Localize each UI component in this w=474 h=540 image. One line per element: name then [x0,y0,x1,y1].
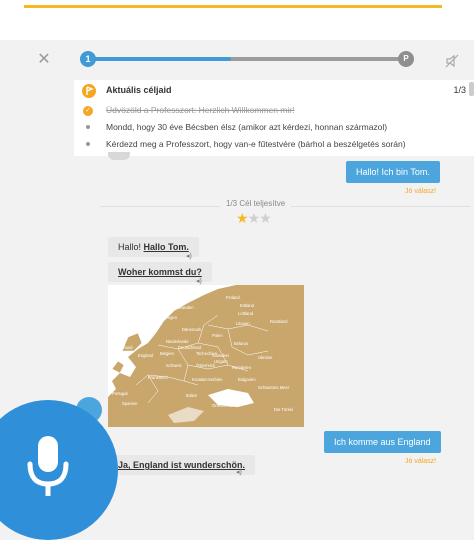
map-label: Italien [186,393,198,398]
map-label: Norwegen [158,315,178,320]
bot-message-link[interactable]: Ja, England ist wunderschön. [118,460,245,470]
map-label: Litauen [236,321,250,326]
microphone-button[interactable] [0,400,118,540]
speaker-icon[interactable]: ◂) [236,469,243,476]
bot-message-link[interactable]: Woher kommst du? [118,267,202,277]
user-message[interactable]: Ich komme aus England [324,431,441,453]
microphone-icon [27,436,69,496]
top-accent-line [24,5,442,8]
lesson-progress-fill [88,57,232,61]
map-label: Spanien [122,401,138,406]
goal-item: Mondd, hogy 30 éve Bécsben élsz (amikor … [106,122,388,132]
avatar [108,152,130,160]
map-label: Polen [212,333,223,338]
europe-map-image: Finland Russland Schweden Norwegen Polen Ukra… [108,285,304,427]
bot-message-link[interactable]: Hallo Tom. [144,242,189,252]
bot-message-text: Hallo! [118,242,144,252]
map-label: Griechenland [212,403,238,408]
map-label: Belarus [234,341,248,346]
goals-panel: Aktuális céljaid 1/3 ✓ Üdvözöld a Profes… [74,80,474,156]
user-message[interactable]: Hallo! Ich bin Tom. [346,161,440,183]
bullet-icon [86,125,90,129]
map-label: Irland [122,345,133,350]
map-label: Schweden [174,305,194,310]
check-icon: ✓ [83,106,93,116]
map-label: Frankreich [148,375,168,380]
map-label: Niederlande [166,339,189,344]
bot-message[interactable]: Ja, England ist wunderschön. [108,455,256,475]
map-label: Ukraine [258,355,273,360]
map-label: Finland [226,295,240,300]
progress-end-marker: P [398,51,414,67]
good-answer-badge: Jó válasz! [405,458,437,465]
map-label: Russland [270,319,288,324]
map-label: Die Türkei [274,407,293,412]
map-label: Österreich [196,363,216,368]
star-icon: ★ [259,210,272,226]
map-label: Lettland [238,311,254,316]
star-icon: ★ [236,210,249,226]
map-label: Ungarn [214,359,228,364]
speaker-icon[interactable]: ◂) [186,253,193,260]
map-label: Kroatien [192,377,208,382]
speaker-off-icon[interactable] [444,53,460,69]
map-label: Portugal [112,391,128,396]
map-label: Schwarzes Meer [258,385,290,390]
goals-count: 1/3 [453,85,466,95]
map-label: Deutschland [178,345,202,350]
map-label: Schweiz [166,363,182,368]
map-label: Belgien [160,351,175,356]
map-label: Estland [240,303,255,308]
map-label: Slowakei [212,353,229,358]
map-label: Rumänien [232,365,252,370]
map-label: Bulgarien [238,377,256,382]
map-label: England [138,353,154,358]
goals-title: Aktuális céljaid [106,85,172,95]
good-answer-badge: Jó válasz! [405,188,437,195]
goal-item: Kérdezd meg a Professzort, hogy van-e fű… [106,139,406,149]
star-icon: ★ [247,210,261,226]
bullet-icon [86,142,90,146]
goal-progress-label: 1/3 Cél teljesítve [220,199,292,208]
goals-scrollbar[interactable] [469,82,474,96]
map-label: Serbien [208,377,223,382]
progress-start-marker: 1 [80,51,96,67]
map-label: Dänemark [182,327,202,332]
lesson-progress-bar [88,57,406,61]
star-rating: ★★★ [236,210,272,227]
close-icon[interactable]: ✕ [36,52,52,68]
flag-icon [82,84,96,98]
goal-item: Üdvözöld a Professzort: Herzlich Willkom… [106,105,295,115]
